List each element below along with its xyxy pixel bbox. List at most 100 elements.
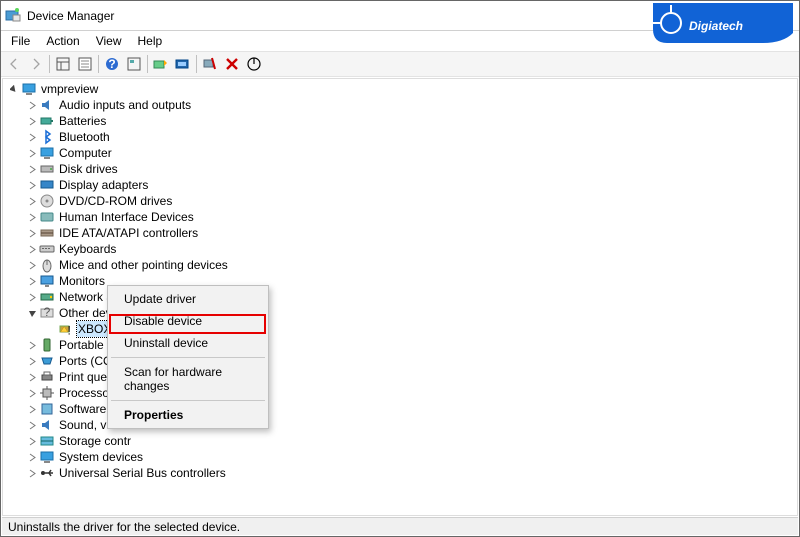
help-button[interactable]: ? (101, 53, 123, 75)
tree-category[interactable]: Batteries (27, 113, 797, 129)
category-icon (39, 353, 55, 369)
status-bar: Uninstalls the driver for the selected d… (2, 517, 798, 535)
expander-open-icon[interactable] (9, 84, 20, 95)
category-label: Keyboards (59, 241, 116, 257)
tree-category[interactable]: Human Interface Devices (27, 209, 797, 225)
category-icon (39, 97, 55, 113)
menu-action[interactable]: Action (38, 32, 87, 50)
category-icon (39, 209, 55, 225)
menu-view[interactable]: View (88, 32, 130, 50)
expander-closed-icon[interactable] (27, 164, 38, 175)
context-separator (111, 357, 265, 358)
toolbar-separator (98, 55, 99, 73)
context-properties[interactable]: Properties (110, 404, 266, 426)
watermark-text: Digiatech (689, 19, 743, 33)
menu-file[interactable]: File (3, 32, 38, 50)
category-label: Display adapters (59, 177, 148, 193)
uninstall-device-button[interactable] (221, 53, 243, 75)
toolbar-separator (196, 55, 197, 73)
category-icon (39, 385, 55, 401)
expander-closed-icon[interactable] (27, 228, 38, 239)
expander-closed-icon[interactable] (27, 260, 38, 271)
window-title: Device Manager (27, 9, 664, 23)
tree-category[interactable]: System devices (27, 449, 797, 465)
back-button[interactable] (3, 53, 25, 75)
category-label: Storage contr (59, 433, 131, 449)
context-menu: Update driver Disable device Uninstall d… (107, 285, 269, 429)
category-icon (39, 369, 55, 385)
context-uninstall-device[interactable]: Uninstall device (110, 332, 266, 354)
category-label: Disk drives (59, 161, 118, 177)
expander-closed-icon[interactable] (27, 276, 38, 287)
expander-closed-icon[interactable] (27, 404, 38, 415)
tree-category[interactable]: Keyboards (27, 241, 797, 257)
tree-category[interactable]: Display adapters (27, 177, 797, 193)
warning-device-icon: ! (57, 321, 73, 337)
category-label: DVD/CD-ROM drives (59, 193, 172, 209)
tree-root[interactable]: vmpreview (9, 81, 797, 97)
expander-closed-icon[interactable] (27, 100, 38, 111)
expander-none-icon (45, 324, 56, 335)
expander-closed-icon[interactable] (27, 340, 38, 351)
expander-closed-icon[interactable] (27, 372, 38, 383)
category-icon (39, 417, 55, 433)
category-icon (39, 225, 55, 241)
tree-category[interactable]: Universal Serial Bus controllers (27, 465, 797, 481)
category-icon (39, 449, 55, 465)
expander-closed-icon[interactable] (27, 148, 38, 159)
svg-text:?: ? (44, 305, 51, 319)
category-icon (39, 433, 55, 449)
tree-category[interactable]: Computer (27, 145, 797, 161)
expander-closed-icon[interactable] (27, 132, 38, 143)
watermark-logo: Digiatech (653, 3, 793, 46)
tree-category[interactable]: DVD/CD-ROM drives (27, 193, 797, 209)
category-icon: ? (39, 305, 55, 321)
expander-closed-icon[interactable] (27, 212, 38, 223)
category-icon (39, 241, 55, 257)
expander-closed-icon[interactable] (27, 436, 38, 447)
root-label: vmpreview (41, 81, 98, 97)
tree-category[interactable]: Disk drives (27, 161, 797, 177)
expander-closed-icon[interactable] (27, 356, 38, 367)
category-icon (39, 289, 55, 305)
context-disable-device[interactable]: Disable device (110, 310, 266, 332)
category-icon (39, 193, 55, 209)
forward-button[interactable] (25, 53, 47, 75)
expander-closed-icon[interactable] (27, 420, 38, 431)
expander-closed-icon[interactable] (27, 196, 38, 207)
context-scan-hardware[interactable]: Scan for hardware changes (110, 361, 266, 397)
tree-category[interactable]: Storage contr (27, 433, 797, 449)
menu-help[interactable]: Help (130, 32, 171, 50)
category-label: IDE ATA/ATAPI controllers (59, 225, 198, 241)
category-label: Audio inputs and outputs (59, 97, 191, 113)
disable-device-button[interactable] (199, 53, 221, 75)
expander-closed-icon[interactable] (27, 244, 38, 255)
tree-category[interactable]: Bluetooth (27, 129, 797, 145)
context-update-driver[interactable]: Update driver (110, 288, 266, 310)
tree-category[interactable]: Mice and other pointing devices (27, 257, 797, 273)
svg-text:!: ! (68, 324, 71, 338)
enable-device-button[interactable] (243, 53, 265, 75)
expander-closed-icon[interactable] (27, 388, 38, 399)
expander-closed-icon[interactable] (27, 116, 38, 127)
category-label: Mice and other pointing devices (59, 257, 228, 273)
status-text: Uninstalls the driver for the selected d… (8, 520, 240, 534)
show-hide-tree-button[interactable] (52, 53, 74, 75)
tree-category[interactable]: Audio inputs and outputs (27, 97, 797, 113)
category-icon (39, 401, 55, 417)
scan-hardware-button[interactable] (172, 53, 194, 75)
update-driver-button[interactable] (150, 53, 172, 75)
context-separator (111, 400, 265, 401)
expander-closed-icon[interactable] (27, 452, 38, 463)
expander-open-icon[interactable] (27, 308, 38, 319)
category-label: Universal Serial Bus controllers (59, 465, 226, 481)
category-label: System devices (59, 449, 143, 465)
category-icon (39, 177, 55, 193)
properties-button[interactable] (74, 53, 96, 75)
expander-closed-icon[interactable] (27, 292, 38, 303)
expander-closed-icon[interactable] (27, 468, 38, 479)
action-icon-button[interactable] (123, 53, 145, 75)
category-icon (39, 257, 55, 273)
tree-category[interactable]: IDE ATA/ATAPI controllers (27, 225, 797, 241)
expander-closed-icon[interactable] (27, 180, 38, 191)
